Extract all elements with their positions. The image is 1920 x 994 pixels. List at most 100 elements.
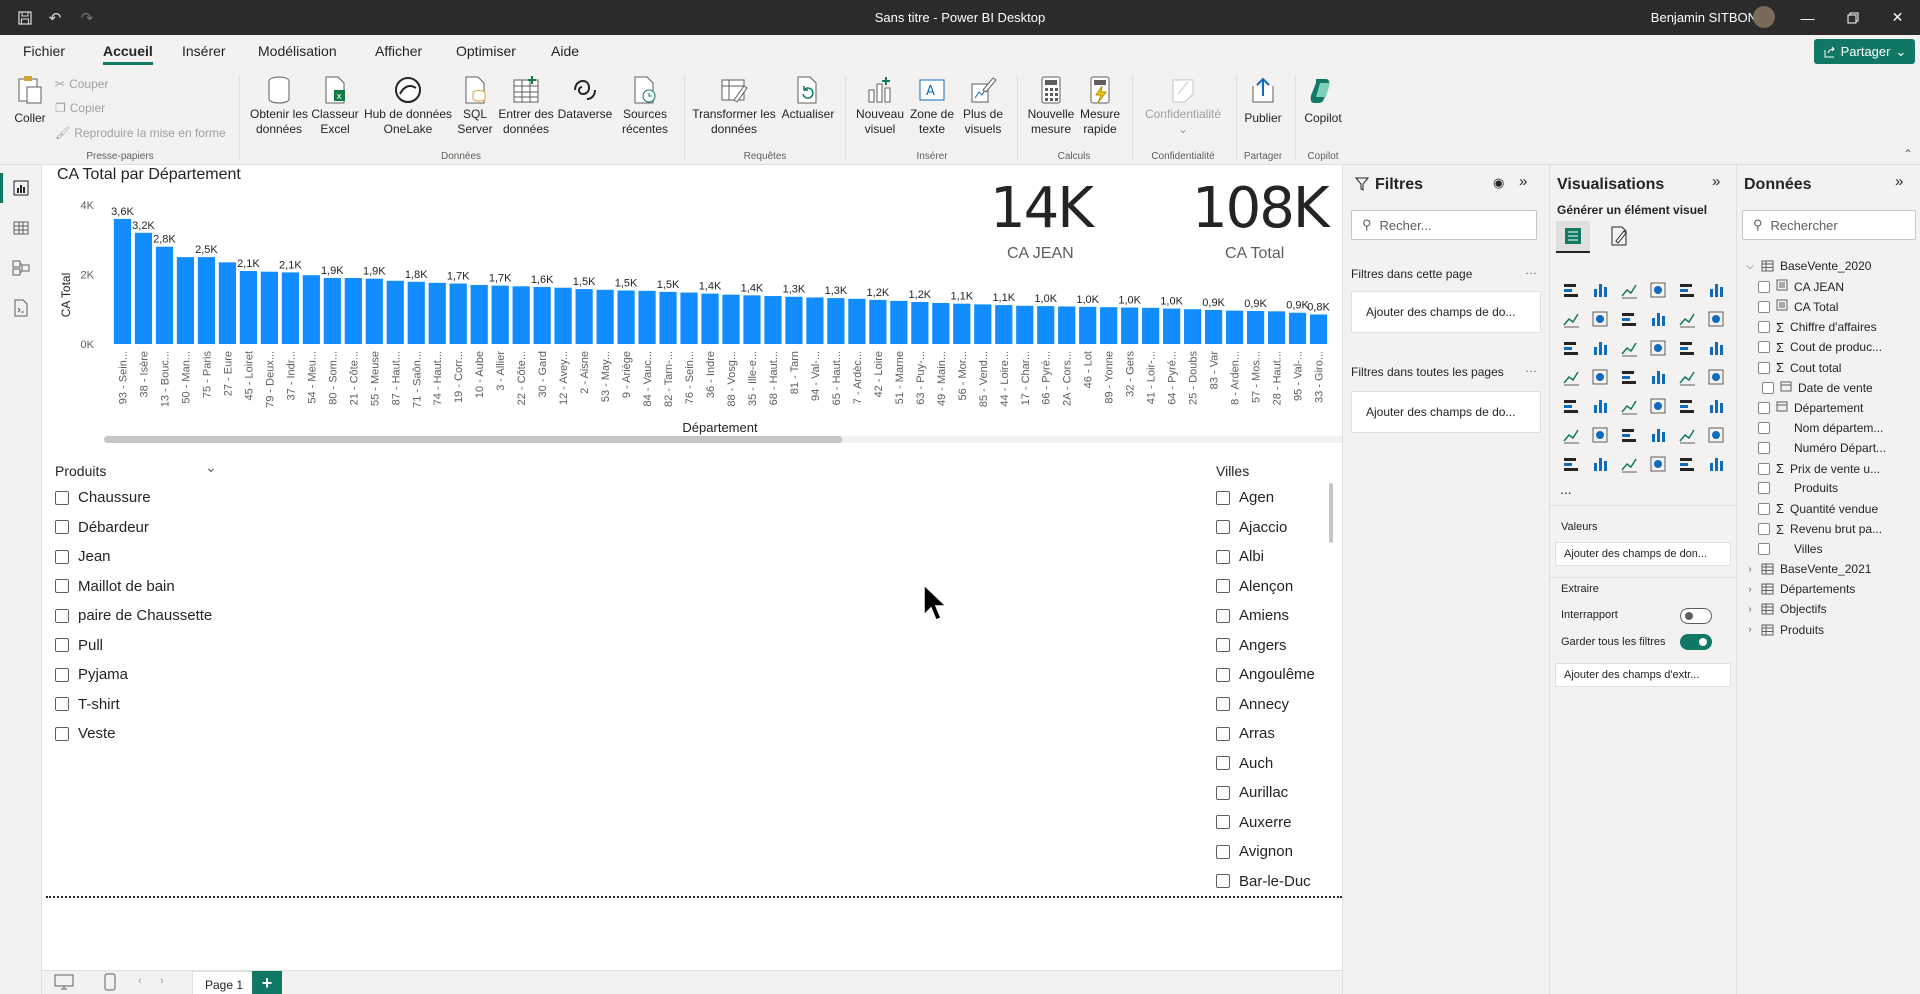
- data-field[interactable]: CA JEAN: [1758, 279, 1918, 294]
- villes-item[interactable]: Arras: [1216, 725, 1275, 742]
- checkbox[interactable]: [1758, 361, 1770, 374]
- bar[interactable]: [953, 303, 971, 344]
- checkbox[interactable]: [1758, 300, 1770, 313]
- bar[interactable]: [1225, 310, 1244, 344]
- villes-item[interactable]: Avignon: [1216, 843, 1293, 860]
- bar[interactable]: [365, 278, 383, 344]
- produits-item[interactable]: Pull: [55, 637, 103, 654]
- format-painter-button[interactable]: 🖌 Reproduire la mise en forme: [55, 126, 226, 140]
- data-field[interactable]: CA Total: [1758, 299, 1918, 314]
- bar[interactable]: [890, 300, 908, 344]
- r-visual-icon[interactable]: [1707, 397, 1725, 415]
- publish-button[interactable]: Publier: [1240, 75, 1286, 126]
- next-page-icon[interactable]: ›: [160, 975, 164, 987]
- data-field[interactable]: Nom départem...: [1758, 421, 1918, 435]
- redo-icon[interactable]: ↷: [76, 0, 98, 35]
- bar[interactable]: [743, 295, 761, 344]
- checkbox[interactable]: [1216, 756, 1230, 770]
- data-field[interactable]: ›Date de vente: [1758, 380, 1918, 395]
- checkbox[interactable]: [1758, 280, 1770, 293]
- build-visual-tab[interactable]: [1556, 221, 1590, 253]
- donut-icon[interactable]: [1678, 339, 1696, 357]
- bar[interactable]: [554, 287, 572, 344]
- bar[interactable]: [302, 275, 320, 344]
- map-icon[interactable]: [1562, 368, 1580, 386]
- villes-item[interactable]: Alençon: [1216, 578, 1293, 595]
- bar[interactable]: [848, 298, 866, 344]
- ribbon-icon[interactable]: [1649, 310, 1667, 328]
- bar[interactable]: [932, 302, 950, 344]
- bar[interactable]: [470, 284, 488, 344]
- bar[interactable]: [764, 296, 782, 344]
- checkbox[interactable]: [1758, 441, 1770, 454]
- filled-map-icon[interactable]: [1591, 368, 1609, 386]
- data-field[interactable]: Σ Cout total: [1758, 360, 1918, 375]
- villes-item[interactable]: Amiens: [1216, 607, 1289, 624]
- values-dropzone[interactable]: Ajouter des champs de don...: [1555, 542, 1731, 566]
- data-field[interactable]: Département: [1758, 400, 1918, 415]
- avatar[interactable]: [1753, 6, 1775, 28]
- excel-button[interactable]: x Classeur Excel: [311, 75, 359, 137]
- chevron-right-icon[interactable]: ›: [1745, 624, 1755, 635]
- checkbox[interactable]: [1758, 502, 1770, 515]
- stacked-column-icon[interactable]: [1591, 281, 1609, 299]
- save-icon[interactable]: [14, 0, 36, 35]
- data-field[interactable]: Σ Cout de produc...: [1758, 340, 1918, 355]
- villes-item[interactable]: Ajaccio: [1216, 519, 1287, 536]
- bar[interactable]: [344, 277, 362, 344]
- recent-sources-button[interactable]: Sources récentes: [615, 75, 675, 137]
- bar[interactable]: [197, 257, 216, 344]
- page-tab-1[interactable]: Page 1: [192, 971, 257, 994]
- chevron-down-icon[interactable]: ⌵: [1745, 261, 1755, 272]
- checkbox[interactable]: [55, 667, 69, 682]
- eye-icon[interactable]: ◉: [1493, 175, 1504, 191]
- bar[interactable]: [701, 293, 719, 344]
- bar[interactable]: [533, 287, 551, 344]
- checkbox[interactable]: [55, 726, 69, 741]
- power-automate-icon[interactable]: [1620, 455, 1638, 473]
- checkbox[interactable]: [1216, 490, 1230, 505]
- diamond-icon[interactable]: [1678, 455, 1696, 473]
- bar[interactable]: [428, 282, 446, 344]
- data-table[interactable]: › Objectifs: [1745, 602, 1917, 616]
- chart-scroll-thumb[interactable]: [104, 436, 843, 443]
- bar[interactable]: [722, 294, 740, 344]
- copy-button[interactable]: ❐ Copier: [55, 101, 105, 115]
- refresh-button[interactable]: Actualiser: [780, 75, 836, 122]
- bar[interactable]: [1288, 312, 1307, 344]
- cross-report-toggle[interactable]: [1680, 608, 1712, 624]
- data-table[interactable]: › Départements: [1745, 582, 1917, 596]
- bar[interactable]: [1037, 306, 1055, 344]
- produits-item[interactable]: Veste: [55, 725, 116, 742]
- shape-map-icon[interactable]: [1620, 368, 1638, 386]
- bar[interactable]: [1246, 310, 1265, 344]
- bar[interactable]: [1267, 311, 1286, 344]
- tab-afficher[interactable]: Afficher: [375, 43, 422, 59]
- new-visual-button[interactable]: Nouveau visuel: [852, 75, 908, 137]
- python-icon[interactable]: [1562, 426, 1580, 444]
- dataverse-button[interactable]: Dataverse: [557, 75, 613, 122]
- bar[interactable]: [911, 301, 929, 344]
- bar[interactable]: [260, 271, 278, 344]
- checkbox[interactable]: [1758, 401, 1770, 414]
- bar[interactable]: [596, 289, 614, 344]
- checkbox[interactable]: [55, 490, 69, 505]
- bar[interactable]: [281, 272, 299, 344]
- produits-item[interactable]: Chaussure: [55, 489, 151, 506]
- narrative-icon[interactable]: [1678, 426, 1696, 444]
- text-box-button[interactable]: A Zone de texte: [906, 75, 958, 137]
- checkbox[interactable]: [1216, 726, 1230, 741]
- checkbox[interactable]: [1758, 321, 1770, 334]
- bar[interactable]: [1309, 314, 1328, 344]
- sensitivity-button[interactable]: Confidentialité ⌄: [1138, 75, 1228, 137]
- bar[interactable]: [218, 262, 237, 344]
- collapse-ribbon-icon[interactable]: ⌃: [1903, 147, 1913, 161]
- villes-item[interactable]: Albi: [1216, 548, 1264, 565]
- villes-item[interactable]: Angers: [1216, 637, 1287, 654]
- pie-icon[interactable]: [1649, 339, 1667, 357]
- line-icon[interactable]: [1562, 310, 1580, 328]
- collapse-pane-icon[interactable]: »: [1519, 173, 1527, 190]
- villes-item[interactable]: Aurillac: [1216, 784, 1288, 801]
- data-field[interactable]: Numéro Départ...: [1758, 441, 1918, 455]
- enter-data-button[interactable]: Entrer des données: [496, 75, 556, 137]
